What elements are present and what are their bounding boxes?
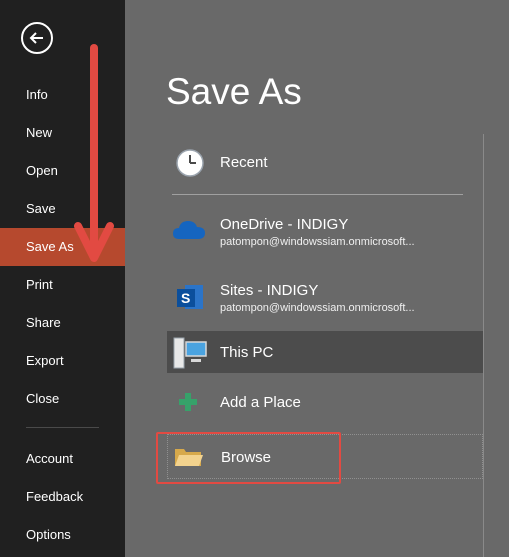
nav-feedback[interactable]: Feedback	[0, 478, 125, 516]
svg-text:S: S	[181, 290, 190, 306]
place-recent[interactable]: Recent	[167, 142, 483, 184]
nav-account[interactable]: Account	[0, 440, 125, 478]
place-label: Add a Place	[220, 394, 301, 411]
place-label: OneDrive - INDIGY	[220, 216, 349, 233]
sidebar-divider	[26, 427, 99, 428]
place-label: Recent	[220, 154, 268, 171]
place-this-pc[interactable]: This PC	[167, 331, 483, 373]
place-sites[interactable]: S Sites - INDIGY patompon@windowssiam.on…	[167, 276, 483, 326]
clock-icon	[175, 148, 205, 183]
onedrive-cloud-icon	[172, 218, 206, 247]
nav-options[interactable]: Options	[0, 516, 125, 554]
page-title: Save As	[166, 71, 302, 112]
account-email: patompon@windowssiam.onmicrosoft...	[220, 302, 415, 314]
account-email: patompon@windowssiam.onmicrosoft...	[220, 236, 415, 248]
back-arrow-icon	[29, 32, 43, 44]
nav-export[interactable]: Export	[0, 342, 125, 380]
recent-separator	[172, 194, 463, 195]
nav-print[interactable]: Print	[0, 266, 125, 304]
place-label: Sites - INDIGY	[220, 282, 319, 299]
place-onedrive[interactable]: OneDrive - INDIGY patompon@windowssiam.o…	[167, 208, 483, 258]
panel-divider	[483, 134, 484, 557]
computer-icon	[173, 337, 207, 374]
sharepoint-icon: S	[175, 281, 205, 318]
nav-close[interactable]: Close	[0, 380, 125, 418]
plus-icon	[179, 393, 197, 416]
browse-highlight-annotation	[156, 432, 341, 484]
place-label: This PC	[220, 344, 274, 361]
red-arrow-annotation	[74, 44, 114, 262]
back-button[interactable]	[21, 22, 53, 54]
nav-share[interactable]: Share	[0, 304, 125, 342]
place-add[interactable]: Add a Place	[167, 382, 483, 422]
